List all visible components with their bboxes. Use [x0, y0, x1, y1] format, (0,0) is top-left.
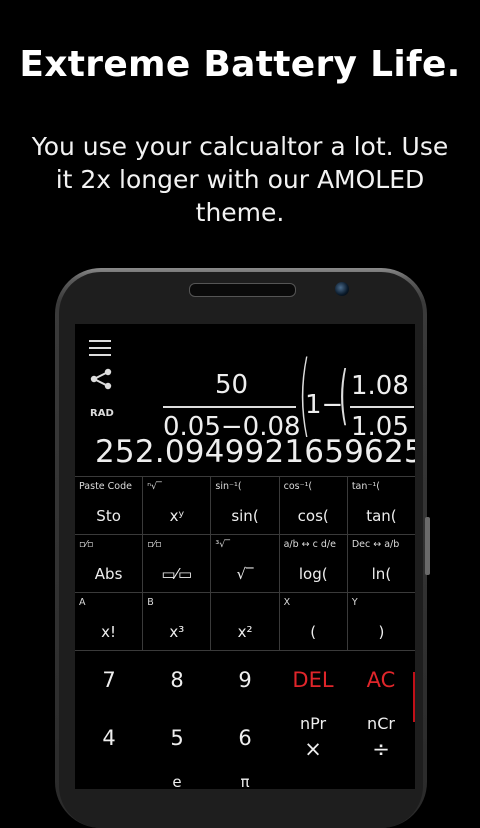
result-display[interactable]: 252.0949921659625 [95, 434, 415, 470]
key-cos[interactable]: cos⁻¹(cos( [280, 477, 348, 534]
key-sto[interactable]: Paste Code Sto [75, 477, 144, 534]
expr-inner-numerator: 1.08 [351, 371, 409, 401]
phone-speaker [189, 283, 296, 297]
calculator-screen: RAD 50 0.05−0.08 ( 1− ( 1.08 1.05 ) 5 ) … [75, 324, 415, 789]
number-row-2: 4 5 6 nPr × nCr ÷ [75, 709, 415, 767]
function-row-2: ▫⁄▫ Abs ▫⁄▫ ▭⁄▭ ³√‾ √‾ a/b ↔ c d/e log( Dec … [75, 534, 415, 592]
key-divide[interactable]: nCr ÷ [347, 709, 415, 767]
expr-numerator: 50 [215, 370, 249, 400]
phone-side-button [425, 517, 430, 575]
headline: Extreme Battery Life. [19, 44, 461, 85]
expr-inner-fraction-line [350, 406, 414, 408]
function-row-3: Ax! Bx³ x² X( Y) [75, 592, 415, 650]
key-pi[interactable]: π [211, 767, 279, 789]
expr-one-minus: 1− [305, 390, 344, 420]
key-close-paren[interactable]: Y) [348, 593, 415, 650]
key-6[interactable]: 6 [211, 709, 279, 767]
key-e[interactable]: e [143, 767, 211, 789]
key-factorial[interactable]: Ax! [75, 593, 144, 650]
key-8[interactable]: 8 [143, 651, 211, 709]
share-icon[interactable] [89, 368, 113, 390]
key-7[interactable]: 7 [75, 651, 143, 709]
inner-left-paren: ( [339, 359, 348, 433]
key-cube[interactable]: Bx³ [143, 593, 212, 650]
key-open-paren[interactable]: X( [280, 593, 348, 650]
key-log[interactable]: a/b ↔ c d/e log( [280, 535, 348, 592]
number-row-3: e π [75, 767, 415, 789]
number-row-1: 7 8 9 DEL AC [75, 650, 415, 709]
key-power[interactable]: ⁿ√‾ xʸ [143, 477, 212, 534]
key-blank-2[interactable] [279, 767, 347, 789]
key-del[interactable]: DEL [279, 651, 347, 709]
key-ln[interactable]: Dec ↔ a/b ln( [348, 535, 415, 592]
camera-icon [335, 282, 349, 296]
key-multiply[interactable]: nPr × [279, 709, 347, 767]
key-4[interactable]: 4 [75, 709, 143, 767]
key-tan[interactable]: tan⁻¹(tan( [348, 477, 415, 534]
key-sin[interactable]: sin⁻¹(sin( [211, 477, 280, 534]
key-abs[interactable]: ▫⁄▫ Abs [75, 535, 144, 592]
key-sqrt[interactable]: ³√‾ √‾ [211, 535, 280, 592]
expr-fraction-line [163, 406, 296, 408]
menu-icon[interactable] [89, 340, 111, 361]
key-blank-3[interactable] [347, 767, 415, 789]
key-square[interactable]: x² [211, 593, 280, 650]
key-9[interactable]: 9 [211, 651, 279, 709]
accent-bar [413, 672, 415, 722]
function-row-1: Paste Code Sto ⁿ√‾ xʸ sin⁻¹(sin( cos⁻¹(cos… [75, 476, 415, 534]
angle-mode-label[interactable]: RAD [90, 408, 114, 419]
key-fraction[interactable]: ▫⁄▫ ▭⁄▭ [143, 535, 212, 592]
key-5[interactable]: 5 [143, 709, 211, 767]
key-blank[interactable] [75, 767, 143, 789]
keypad: Paste Code Sto ⁿ√‾ xʸ sin⁻¹(sin( cos⁻¹(cos… [75, 476, 415, 789]
subtitle: You use your calcualtor a lot. Use it 2x… [31, 132, 449, 227]
key-ac[interactable]: AC [347, 651, 415, 709]
